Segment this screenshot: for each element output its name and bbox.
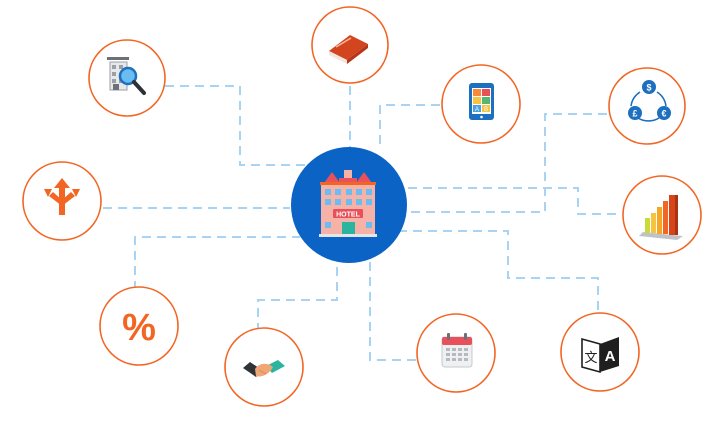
node-split-arrows — [22, 161, 102, 241]
percent-icon: % — [122, 307, 156, 349]
calendar-icon — [441, 333, 473, 368]
hub: HOTEL — [291, 147, 407, 263]
node-handshake — [224, 327, 304, 407]
node-percent: % — [99, 286, 179, 366]
node-book — [311, 6, 389, 84]
integration-diagram: A B $ £ € % 文 A HOTEL — [0, 0, 725, 430]
dollar-symbol: $ — [646, 83, 651, 93]
tablet-tile-a: A — [475, 107, 479, 113]
connector-percent — [134, 236, 300, 290]
translate-glyph-source: 文 — [584, 351, 597, 366]
hotel-sign-text: HOTEL — [336, 212, 360, 219]
connector-calendar — [369, 262, 416, 361]
connector-handshake — [257, 260, 338, 332]
node-bar-chart — [622, 175, 702, 255]
hotel-building-icon: HOTEL — [319, 170, 377, 237]
pound-symbol: £ — [632, 109, 637, 119]
node-building-search — [88, 39, 166, 117]
euro-symbol: € — [661, 109, 666, 119]
node-tablet: A B — [441, 64, 521, 144]
diagram-canvas: A B $ £ € % 文 A HOTEL — [22, 6, 702, 407]
node-currency: $ £ € — [608, 67, 686, 145]
tablet-tile-b: B — [484, 107, 488, 113]
node-calendar — [416, 313, 496, 393]
connector-tablet — [379, 104, 440, 150]
connector-translate — [398, 230, 599, 312]
translate-glyph-target: A — [605, 348, 616, 365]
connector-building-search — [165, 85, 310, 166]
tablet-app-icon: A B — [469, 83, 494, 120]
node-translate: 文 A — [560, 312, 640, 392]
connector-bar-chart — [408, 187, 620, 215]
